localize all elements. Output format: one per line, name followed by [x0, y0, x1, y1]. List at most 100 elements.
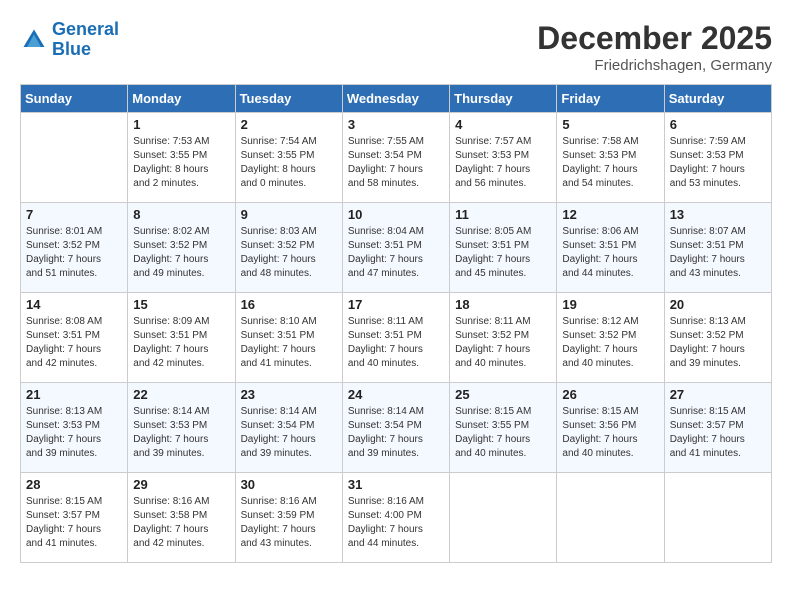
day-cell: 22 Sunrise: 8:14 AMSunset: 3:53 PMDayligh…: [128, 383, 235, 473]
day-number: 5: [562, 117, 658, 132]
day-info: Sunrise: 8:03 AMSunset: 3:52 PMDaylight:…: [241, 225, 337, 281]
day-info: Sunrise: 7:53 AMSunset: 3:55 PMDaylight:…: [133, 135, 229, 191]
day-cell: 7Sunrise: 8:01 AMSunset: 3:52 PMDaylight…: [21, 203, 128, 293]
day-info: Sunrise: 8:15 AMSunset: 3:57 PMDaylight:…: [670, 405, 766, 461]
day-info: Sunrise: 8:04 AMSunset: 3:51 PMDaylight:…: [348, 225, 444, 281]
day-cell: 26 Sunrise: 8:15 AMSunset: 3:56 PMDayligh…: [557, 383, 664, 473]
day-number: 20: [670, 297, 766, 312]
day-number: 16: [241, 297, 337, 312]
day-cell: 21 Sunrise: 8:13 AMSunset: 3:53 PMDayligh…: [21, 383, 128, 473]
day-cell: 11Sunrise: 8:05 AMSunset: 3:51 PMDayligh…: [450, 203, 557, 293]
day-cell: 6Sunrise: 7:59 AMSunset: 3:53 PMDaylight…: [664, 113, 771, 203]
day-number: 23: [241, 387, 337, 402]
page-header: General Blue December 2025 Friedrichshag…: [20, 20, 772, 74]
logo-text: General Blue: [52, 20, 119, 60]
day-number: 4: [455, 117, 551, 132]
day-info: Sunrise: 8:13 AMSunset: 3:52 PMDaylight:…: [670, 315, 766, 371]
day-info: Sunrise: 8:08 AMSunset: 3:51 PMDaylight:…: [26, 315, 122, 371]
day-info: Sunrise: 8:16 AMSunset: 3:59 PMDaylight:…: [241, 495, 337, 551]
day-number: 3: [348, 117, 444, 132]
day-info: Sunrise: 7:54 AMSunset: 3:55 PMDaylight:…: [241, 135, 337, 191]
weekday-header-sunday: Sunday: [21, 85, 128, 113]
weekday-header-monday: Monday: [128, 85, 235, 113]
day-info: Sunrise: 7:55 AMSunset: 3:54 PMDaylight:…: [348, 135, 444, 191]
day-cell: [664, 473, 771, 563]
day-cell: 14 Sunrise: 8:08 AMSunset: 3:51 PMDayligh…: [21, 293, 128, 383]
day-number: 12: [562, 207, 658, 222]
day-cell: 20 Sunrise: 8:13 AMSunset: 3:52 PMDayligh…: [664, 293, 771, 383]
day-cell: 29 Sunrise: 8:16 AMSunset: 3:58 PMDayligh…: [128, 473, 235, 563]
day-cell: 23 Sunrise: 8:14 AMSunset: 3:54 PMDayligh…: [235, 383, 342, 473]
day-info: Sunrise: 8:14 AMSunset: 3:54 PMDaylight:…: [241, 405, 337, 461]
day-cell: [21, 113, 128, 203]
day-cell: 17Sunrise: 8:11 AMSunset: 3:51 PMDayligh…: [342, 293, 449, 383]
week-row-3: 14 Sunrise: 8:08 AMSunset: 3:51 PMDayligh…: [21, 293, 772, 383]
day-number: 25: [455, 387, 551, 402]
day-number: 28: [26, 477, 122, 492]
day-cell: 19 Sunrise: 8:12 AMSunset: 3:52 PMDayligh…: [557, 293, 664, 383]
day-number: 26: [562, 387, 658, 402]
day-cell: 25Sunrise: 8:15 AMSunset: 3:55 PMDayligh…: [450, 383, 557, 473]
day-cell: 15 Sunrise: 8:09 AMSunset: 3:51 PMDayligh…: [128, 293, 235, 383]
day-cell: 27Sunrise: 8:15 AMSunset: 3:57 PMDayligh…: [664, 383, 771, 473]
day-info: Sunrise: 8:16 AMSunset: 3:58 PMDaylight:…: [133, 495, 229, 551]
day-number: 1: [133, 117, 229, 132]
week-row-5: 28 Sunrise: 8:15 AMSunset: 3:57 PMDayligh…: [21, 473, 772, 563]
day-number: 9: [241, 207, 337, 222]
location: Friedrichshagen, Germany: [537, 57, 772, 74]
day-cell: 9 Sunrise: 8:03 AMSunset: 3:52 PMDaylight…: [235, 203, 342, 293]
day-number: 14: [26, 297, 122, 312]
day-info: Sunrise: 8:06 AMSunset: 3:51 PMDaylight:…: [562, 225, 658, 281]
day-number: 30: [241, 477, 337, 492]
day-number: 15: [133, 297, 229, 312]
day-info: Sunrise: 8:14 AMSunset: 3:54 PMDaylight:…: [348, 405, 444, 461]
day-number: 10: [348, 207, 444, 222]
day-cell: 8 Sunrise: 8:02 AMSunset: 3:52 PMDaylight…: [128, 203, 235, 293]
day-info: Sunrise: 8:09 AMSunset: 3:51 PMDaylight:…: [133, 315, 229, 371]
day-info: Sunrise: 8:05 AMSunset: 3:51 PMDaylight:…: [455, 225, 551, 281]
week-row-2: 7Sunrise: 8:01 AMSunset: 3:52 PMDaylight…: [21, 203, 772, 293]
day-info: Sunrise: 8:10 AMSunset: 3:51 PMDaylight:…: [241, 315, 337, 371]
weekday-header-row: SundayMondayTuesdayWednesdayThursdayFrid…: [21, 85, 772, 113]
day-number: 8: [133, 207, 229, 222]
day-number: 13: [670, 207, 766, 222]
day-info: Sunrise: 8:15 AMSunset: 3:56 PMDaylight:…: [562, 405, 658, 461]
day-number: 31: [348, 477, 444, 492]
day-number: 19: [562, 297, 658, 312]
day-info: Sunrise: 8:14 AMSunset: 3:53 PMDaylight:…: [133, 405, 229, 461]
title-block: December 2025 Friedrichshagen, Germany: [537, 20, 772, 74]
day-number: 21: [26, 387, 122, 402]
day-number: 2: [241, 117, 337, 132]
day-info: Sunrise: 8:13 AMSunset: 3:53 PMDaylight:…: [26, 405, 122, 461]
day-info: Sunrise: 7:57 AMSunset: 3:53 PMDaylight:…: [455, 135, 551, 191]
day-cell: 18Sunrise: 8:11 AMSunset: 3:52 PMDayligh…: [450, 293, 557, 383]
day-cell: 12 Sunrise: 8:06 AMSunset: 3:51 PMDayligh…: [557, 203, 664, 293]
weekday-header-tuesday: Tuesday: [235, 85, 342, 113]
day-info: Sunrise: 8:12 AMSunset: 3:52 PMDaylight:…: [562, 315, 658, 371]
weekday-header-thursday: Thursday: [450, 85, 557, 113]
calendar-table: SundayMondayTuesdayWednesdayThursdayFrid…: [20, 84, 772, 563]
day-number: 29: [133, 477, 229, 492]
day-number: 24: [348, 387, 444, 402]
day-cell: 1 Sunrise: 7:53 AMSunset: 3:55 PMDaylight…: [128, 113, 235, 203]
day-info: Sunrise: 8:01 AMSunset: 3:52 PMDaylight:…: [26, 225, 122, 281]
day-info: Sunrise: 8:15 AMSunset: 3:57 PMDaylight:…: [26, 495, 122, 551]
day-number: 18: [455, 297, 551, 312]
weekday-header-saturday: Saturday: [664, 85, 771, 113]
day-cell: 30 Sunrise: 8:16 AMSunset: 3:59 PMDayligh…: [235, 473, 342, 563]
month-title: December 2025: [537, 20, 772, 57]
day-cell: 13Sunrise: 8:07 AMSunset: 3:51 PMDayligh…: [664, 203, 771, 293]
day-info: Sunrise: 8:16 AMSunset: 4:00 PMDaylight:…: [348, 495, 444, 551]
day-number: 22: [133, 387, 229, 402]
day-cell: 2 Sunrise: 7:54 AMSunset: 3:55 PMDaylight…: [235, 113, 342, 203]
day-cell: 31 Sunrise: 8:16 AMSunset: 4:00 PMDayligh…: [342, 473, 449, 563]
day-info: Sunrise: 8:11 AMSunset: 3:51 PMDaylight:…: [348, 315, 444, 371]
day-cell: [450, 473, 557, 563]
day-cell: 28 Sunrise: 8:15 AMSunset: 3:57 PMDayligh…: [21, 473, 128, 563]
day-info: Sunrise: 7:59 AMSunset: 3:53 PMDaylight:…: [670, 135, 766, 191]
day-cell: 10 Sunrise: 8:04 AMSunset: 3:51 PMDayligh…: [342, 203, 449, 293]
day-cell: 3 Sunrise: 7:55 AMSunset: 3:54 PMDaylight…: [342, 113, 449, 203]
day-info: Sunrise: 8:02 AMSunset: 3:52 PMDaylight:…: [133, 225, 229, 281]
day-cell: [557, 473, 664, 563]
weekday-header-friday: Friday: [557, 85, 664, 113]
